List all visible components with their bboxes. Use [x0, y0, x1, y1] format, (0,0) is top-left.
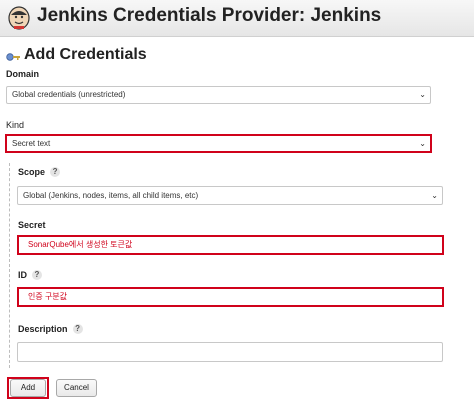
cancel-button[interactable]: Cancel	[56, 379, 97, 397]
description-input[interactable]	[17, 342, 443, 362]
domain-select-value: Global credentials (unrestricted)	[12, 90, 126, 99]
scope-label: Scope?	[18, 167, 61, 177]
title-bar: Jenkins Credentials Provider: Jenkins	[0, 0, 474, 37]
kind-label: Kind	[6, 120, 25, 130]
description-label: Description?	[18, 324, 83, 334]
kind-select-value: Secret text	[12, 139, 51, 148]
page-title: Jenkins Credentials Provider: Jenkins	[37, 5, 382, 26]
chevron-down-icon: ⌄	[431, 191, 438, 200]
secret-input[interactable]: SonarQube에서 생성한 토큰값	[17, 235, 444, 255]
jenkins-logo-icon	[8, 6, 30, 30]
description-label-text: Description	[18, 324, 68, 334]
kind-select[interactable]: Secret text ⌄	[5, 134, 432, 153]
scope-label-text: Scope	[18, 167, 46, 177]
id-label-text: ID	[18, 270, 27, 280]
add-button[interactable]: Add	[10, 379, 46, 397]
domain-select[interactable]: Global credentials (unrestricted) ⌄	[6, 86, 431, 104]
chevron-down-icon: ⌄	[419, 90, 426, 99]
help-icon[interactable]: ?	[72, 324, 83, 334]
key-icon	[6, 53, 20, 61]
id-input[interactable]: 인증 구분값	[17, 287, 444, 307]
domain-label: Domain	[6, 69, 40, 79]
chevron-down-icon: ⌄	[419, 139, 426, 148]
help-icon[interactable]: ?	[32, 270, 42, 280]
scope-select[interactable]: Global (Jenkins, nodes, items, all child…	[17, 186, 443, 205]
form-heading: Add Credentials	[24, 46, 147, 63]
scope-select-value: Global (Jenkins, nodes, items, all child…	[23, 191, 199, 200]
secret-label: Secret	[18, 220, 46, 230]
id-label: ID?	[18, 270, 42, 280]
help-icon[interactable]: ?	[50, 167, 61, 177]
nested-section-divider	[9, 163, 10, 368]
